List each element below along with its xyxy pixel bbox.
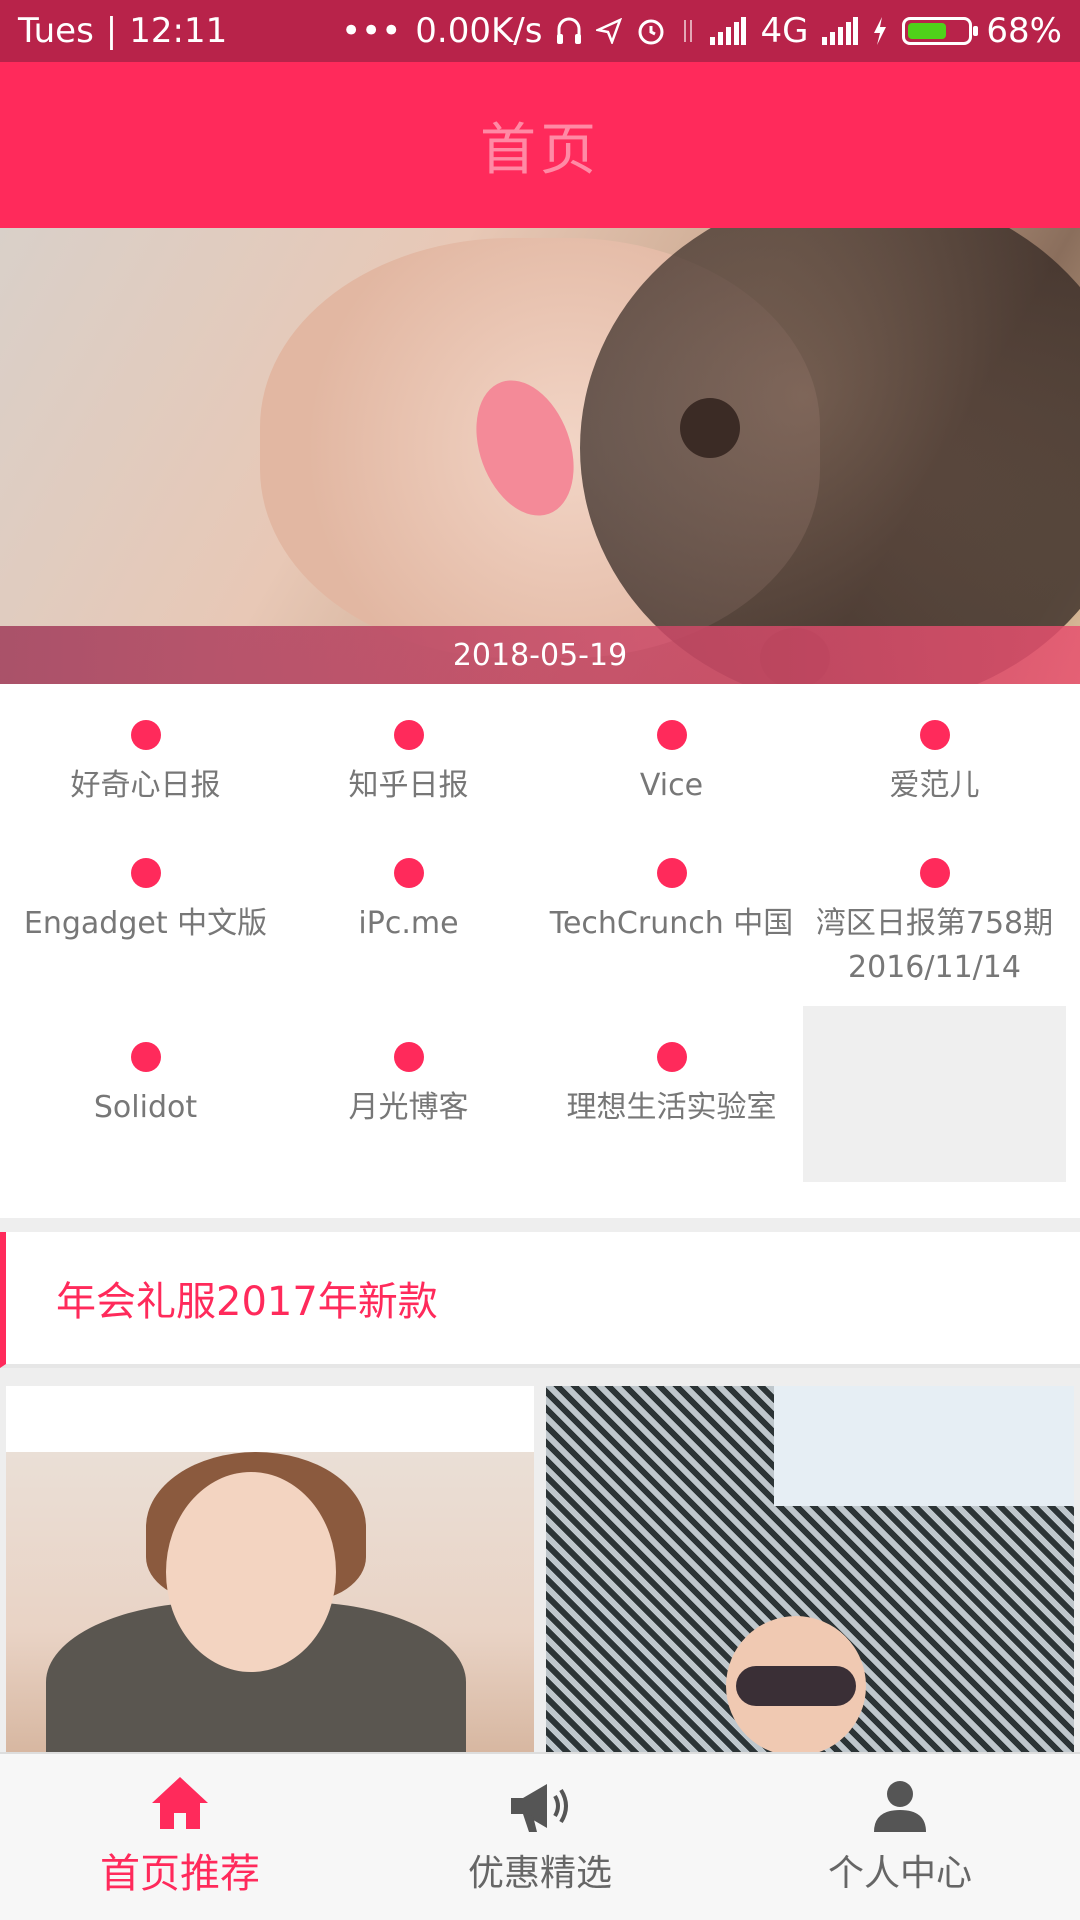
category-item[interactable]: 月光博客: [277, 1006, 540, 1190]
category-dot-icon: [656, 1042, 687, 1072]
send-icon: [596, 18, 623, 44]
category-dot-icon: [130, 1042, 161, 1072]
signal-icon: [710, 17, 747, 45]
product-photo-face: [166, 1472, 336, 1672]
signal-2-icon: [822, 17, 859, 45]
category-item[interactable]: 知乎日报: [277, 684, 540, 822]
product-photo-sunglasses: [736, 1666, 856, 1706]
charging-icon: [872, 17, 888, 45]
page-title: 首页: [480, 117, 600, 183]
category-item[interactable]: Vice: [540, 684, 803, 822]
banner-photo-eye: [680, 398, 740, 458]
data-arrows-icon: [680, 18, 696, 44]
category-dot-icon: [919, 858, 950, 888]
category-item[interactable]: 爱范儿: [803, 684, 1066, 822]
alarm-icon: [636, 16, 666, 46]
category-dot-icon: [656, 858, 687, 888]
category-label: 理想生活实验室: [566, 1090, 777, 1125]
person-icon: [870, 1778, 930, 1834]
category-dot-icon: [393, 720, 424, 750]
category-dot-icon: [393, 1042, 424, 1072]
category-dot-icon: [393, 858, 424, 888]
nav-deals[interactable]: 优惠精选: [360, 1754, 720, 1920]
category-dot-icon: [656, 720, 687, 750]
category-label: 好奇心日报: [70, 768, 221, 803]
battery-icon: [902, 17, 979, 45]
nav-profile[interactable]: 个人中心: [720, 1754, 1080, 1920]
section-header[interactable]: 年会礼服2017年新款: [0, 1232, 1080, 1368]
home-icon: [150, 1775, 210, 1831]
category-label: Solidot: [93, 1090, 198, 1125]
category-item[interactable]: Solidot: [14, 1006, 277, 1190]
product-card[interactable]: [6, 1386, 534, 1752]
megaphone-icon: [507, 1778, 573, 1834]
category-grid: 好奇心日报 知乎日报 Vice 爱范儿 Engadget 中文版 iPc.me …: [0, 684, 1080, 1218]
category-dot-icon: [919, 720, 950, 750]
headphones-icon: [556, 16, 582, 46]
product-card[interactable]: [546, 1386, 1074, 1752]
category-label: Vice: [639, 768, 704, 803]
nav-deals-label: 优惠精选: [467, 1853, 612, 1894]
category-item[interactable]: iPc.me: [277, 822, 540, 1006]
battery-percent: 68%: [986, 11, 1062, 51]
banner-photo-hair: [580, 228, 1080, 684]
network-type: 4G: [760, 11, 809, 51]
status-separator: |: [105, 11, 118, 51]
category-item[interactable]: 湾区日报第758期 2016/11/14: [803, 822, 1066, 1006]
product-photo: [6, 1452, 534, 1752]
product-photo-sky: [774, 1386, 1074, 1506]
status-day: Tues: [18, 11, 94, 51]
nav-home[interactable]: 首页推荐: [0, 1754, 360, 1920]
hero-banner[interactable]: 2018-05-19: [0, 228, 1080, 684]
top-app-bar: 首页: [0, 62, 1080, 228]
section-divider: [0, 1218, 1080, 1232]
category-item[interactable]: 好奇心日报: [14, 684, 277, 822]
nav-home-label: 首页推荐: [100, 1851, 260, 1897]
category-item[interactable]: TechCrunch 中国: [540, 822, 803, 1006]
status-time: 12:11: [129, 11, 228, 51]
category-dot-icon: [130, 858, 161, 888]
more-dots-icon: •••: [341, 11, 402, 51]
category-label: 爱范儿: [889, 768, 980, 803]
empty-grid-cell: [803, 1006, 1066, 1182]
product-list: [0, 1368, 1080, 1752]
section-title: 年会礼服2017年新款: [56, 1279, 438, 1325]
banner-date: 2018-05-19: [452, 637, 628, 673]
category-label: 月光博客: [348, 1090, 469, 1125]
category-item[interactable]: Engadget 中文版: [14, 822, 277, 1006]
category-dot-icon: [130, 720, 161, 750]
bottom-navigation: 首页推荐 优惠精选 个人中心: [0, 1752, 1080, 1920]
category-label: 知乎日报: [348, 768, 469, 803]
category-label: 湾区日报第758期 2016/11/14: [815, 906, 1054, 985]
category-label: iPc.me: [358, 906, 459, 941]
nav-profile-label: 个人中心: [827, 1853, 972, 1894]
banner-caption: 2018-05-19: [0, 626, 1080, 684]
network-speed: 0.00K/s: [415, 11, 543, 51]
category-label: TechCrunch 中国: [549, 906, 794, 941]
status-bar: Tues | 12:11 ••• 0.00K/s 4G 68%: [0, 0, 1080, 62]
category-item[interactable]: 理想生活实验室: [540, 1006, 803, 1190]
category-label: Engadget 中文版: [23, 906, 268, 941]
